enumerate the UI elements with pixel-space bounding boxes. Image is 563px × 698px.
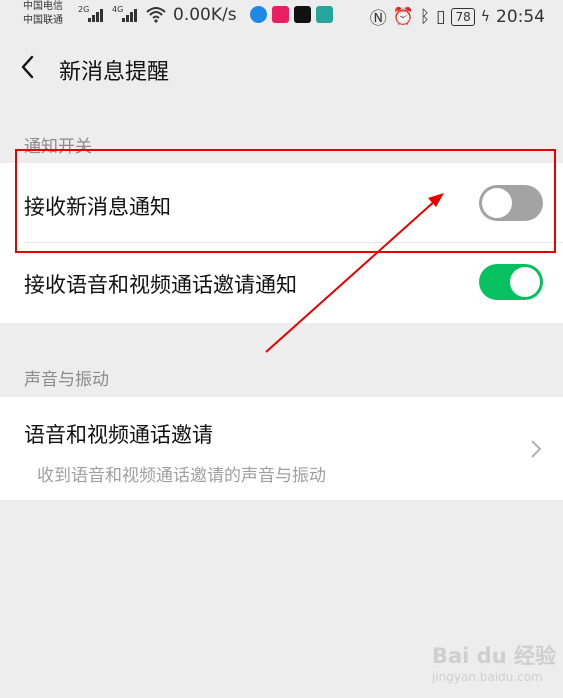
receive-new-msg-label: 接收新消息通知 (24, 195, 171, 219)
wifi-icon (146, 7, 166, 23)
section-label-sound: 声音与振动 (24, 370, 109, 390)
carrier-2: 中国联通 (23, 15, 63, 26)
receive-call-invite-toggle[interactable] (479, 264, 543, 300)
app-icon-4 (316, 6, 333, 23)
battery-level: 78 (451, 7, 475, 26)
svg-text:4G: 4G (112, 5, 123, 14)
alarm-icon: ⏰ (392, 6, 414, 27)
divider (24, 242, 563, 243)
signal-icon-2: 4G (112, 5, 137, 22)
status-bar: 中国电信 中国联通 2G 4G 0.00K/s Ⓝ ⏰ ᛒ ▯ 78 ϟ 20:… (0, 0, 563, 30)
call-invite-sound-label: 语音和视频通话邀请 (24, 423, 213, 447)
toggle-knob (482, 188, 512, 218)
call-invite-sound-subtext: 收到语音和视频通话邀请的声音与振动 (37, 466, 326, 486)
vibrate-icon: ▯ (436, 6, 446, 27)
back-arrow-icon[interactable] (18, 54, 38, 80)
app-icon-2 (272, 6, 289, 23)
notify-settings-group: 接收新消息通知 接收语音和视频通话邀请通知 (0, 163, 563, 323)
notification-app-icons (250, 6, 333, 23)
nfc-icon: Ⓝ (369, 9, 387, 29)
header-bar: 新消息提醒 (0, 30, 563, 106)
receive-call-invite-label: 接收语音和视频通话邀请通知 (24, 273, 297, 297)
chevron-right-icon (531, 440, 542, 458)
svg-text:2G: 2G (78, 5, 89, 14)
charging-icon: ϟ (480, 8, 490, 25)
receive-new-msg-toggle[interactable] (479, 185, 543, 221)
system-status-icons: Ⓝ ⏰ ᛒ ▯ 78 ϟ 20:54 (369, 4, 545, 30)
app-icon-1 (250, 6, 267, 23)
bluetooth-icon: ᛒ (419, 6, 431, 27)
clock: 20:54 (496, 6, 545, 27)
baidu-watermark-url: jingyan.baidu.com (432, 670, 543, 684)
carrier-1: 中国电信 (23, 1, 63, 12)
page-title: 新消息提醒 (59, 60, 170, 85)
call-invite-sound-row[interactable]: 语音和视频通话邀请 收到语音和视频通话邀请的声音与振动 (0, 397, 563, 500)
network-speed: 0.00K/s (173, 5, 237, 25)
signal-icon: 2G (78, 5, 103, 22)
toggle-knob (510, 267, 540, 297)
carrier-labels: 中国电信 中国联通 (23, 0, 63, 28)
baidu-watermark: Bai du 经验 (432, 644, 556, 668)
section-label-notify: 通知开关 (24, 137, 92, 157)
tiktok-icon (294, 6, 311, 23)
